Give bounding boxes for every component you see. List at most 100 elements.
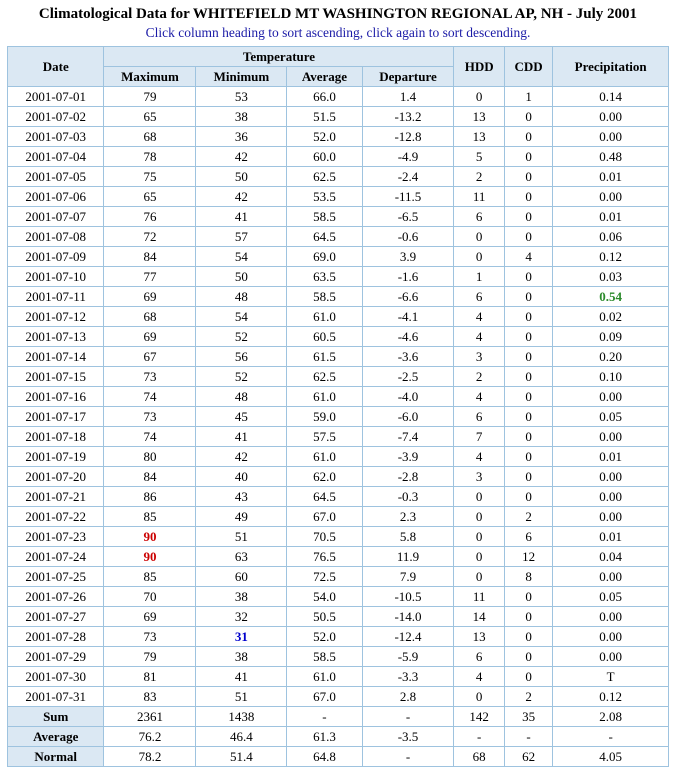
column-header-date[interactable]: Date	[6, 46, 105, 87]
cell-precipitation: 0.00	[552, 106, 669, 127]
cell-cdd: 0	[503, 206, 554, 227]
cell-minimum: 50	[195, 166, 288, 187]
cell-average: 53.5	[286, 186, 363, 207]
cell-departure: -10.5	[361, 586, 455, 607]
table-row: 2001-07-26 70 38 54.0 -10.5 11 0 0.05	[6, 586, 669, 607]
cell-average: 60.0	[286, 146, 363, 167]
cell-departure: -12.4	[361, 626, 455, 647]
cell-date: 2001-07-03	[6, 126, 105, 147]
cell-cdd: 1	[503, 86, 554, 107]
cell-average: 62.0	[286, 466, 363, 487]
summary-minimum: 1438	[195, 706, 288, 727]
cell-minimum: 43	[195, 486, 288, 507]
cell-cdd: 0	[503, 186, 554, 207]
table-row: 2001-07-15 73 52 62.5 -2.5 2 0 0.10	[6, 366, 669, 387]
cell-hdd: 1	[453, 266, 505, 287]
cell-maximum: 73	[103, 366, 197, 387]
cell-precipitation: 0.02	[552, 306, 669, 327]
cell-minimum: 41	[195, 206, 288, 227]
table-row: 2001-07-17 73 45 59.0 -6.0 6 0 0.05	[6, 406, 669, 427]
cell-minimum: 60	[195, 566, 288, 587]
cell-minimum: 54	[195, 306, 288, 327]
cell-average: 61.0	[286, 306, 363, 327]
cell-departure: 7.9	[361, 566, 455, 587]
cell-precipitation: 0.05	[552, 406, 669, 427]
cell-precipitation: 0.00	[552, 386, 669, 407]
cell-cdd: 0	[503, 466, 554, 487]
cell-date: 2001-07-23	[6, 526, 105, 547]
table-row: 2001-07-24 90 63 76.5 11.9 0 12 0.04	[6, 546, 669, 567]
cell-minimum: 48	[195, 286, 288, 307]
cell-minimum: 52	[195, 366, 288, 387]
cell-minimum: 41	[195, 666, 288, 687]
column-header-minimum[interactable]: Minimum	[195, 66, 288, 87]
summary-average: 64.8	[286, 746, 363, 767]
cell-average: 60.5	[286, 326, 363, 347]
cell-departure: -4.1	[361, 306, 455, 327]
cell-maximum: 68	[103, 306, 197, 327]
cell-minimum: 36	[195, 126, 288, 147]
cell-departure: -4.0	[361, 386, 455, 407]
cell-hdd: 4	[453, 326, 505, 347]
summary-row: Sum 2361 1438- -142 35 2.08	[6, 706, 669, 727]
table-row: 2001-07-06 65 42 53.5 -11.5 11 0 0.00	[6, 186, 669, 207]
cell-minimum: 51	[195, 526, 288, 547]
cell-precipitation: 0.03	[552, 266, 669, 287]
column-header-hdd[interactable]: HDD	[453, 46, 505, 87]
table-row: 2001-07-08 72 57 64.5 -0.6 0 0 0.06	[6, 226, 669, 247]
summary-departure: -3.5	[361, 726, 455, 747]
cell-departure: -0.3	[361, 486, 455, 507]
table-row: 2001-07-22 85 49 67.0 2.3 0 2 0.00	[6, 506, 669, 527]
cell-departure: 1.4	[361, 86, 455, 107]
cell-precipitation: 0.10	[552, 366, 669, 387]
cell-hdd: 5	[453, 146, 505, 167]
cell-date: 2001-07-22	[6, 506, 105, 527]
cell-minimum: 50	[195, 266, 288, 287]
table-row: 2001-07-13 69 52 60.5 -4.6 4 0 0.09	[6, 326, 669, 347]
cell-maximum: 70	[103, 586, 197, 607]
cell-hdd: 2	[453, 366, 505, 387]
cell-cdd: 0	[503, 306, 554, 327]
cell-date: 2001-07-04	[6, 146, 105, 167]
cell-departure: -6.6	[361, 286, 455, 307]
cell-maximum: 68	[103, 126, 197, 147]
page-title: Climatological Data for WHITEFIELD MT WA…	[38, 6, 638, 22]
table-row: 2001-07-30 81 41 61.0 -3.3 4 0 T	[6, 666, 669, 687]
cell-maximum: 85	[103, 566, 197, 587]
cell-average: 63.5	[286, 266, 363, 287]
cell-minimum: 63	[195, 546, 288, 567]
summary-maximum: 78.2	[103, 746, 197, 767]
cell-hdd: 0	[453, 86, 505, 107]
cell-average: 62.5	[286, 166, 363, 187]
cell-date: 2001-07-11	[6, 286, 105, 307]
cell-average: 52.0	[286, 126, 363, 147]
summary-departure: -	[361, 746, 455, 767]
cell-date: 2001-07-28	[6, 626, 105, 647]
cell-minimum: 42	[195, 146, 288, 167]
cell-hdd: 4	[453, 666, 505, 687]
cell-average: 66.0	[286, 86, 363, 107]
cell-hdd: 7	[453, 426, 505, 447]
cell-minimum: 45	[195, 406, 288, 427]
cell-precipitation: 0.01	[552, 446, 669, 467]
cell-average: 61.0	[286, 666, 363, 687]
cell-departure: -7.4	[361, 426, 455, 447]
column-header-departure[interactable]: Departure	[361, 66, 455, 87]
column-header-cdd[interactable]: CDD	[503, 46, 554, 87]
summary-minimum: 51.4	[195, 746, 288, 767]
cell-precipitation: 0.00	[552, 626, 669, 647]
column-header-maximum[interactable]: Maximum	[103, 66, 197, 87]
column-header-precipitation[interactable]: Precipitation	[552, 46, 669, 87]
cell-minimum: 48	[195, 386, 288, 407]
cell-cdd: 0	[503, 586, 554, 607]
cell-date: 2001-07-29	[6, 646, 105, 667]
table-row: 2001-07-18 74 41 57.5 -7.4 7 0 0.00	[6, 426, 669, 447]
cell-maximum: 85	[103, 506, 197, 527]
table-row: 2001-07-20 84 40 62.0 -2.8 3 0 0.00	[6, 466, 669, 487]
cell-departure: 2.8	[361, 686, 455, 707]
cell-maximum: 78	[103, 146, 197, 167]
cell-date: 2001-07-30	[6, 666, 105, 687]
cell-hdd: 6	[453, 646, 505, 667]
cell-maximum: 86	[103, 486, 197, 507]
column-header-average[interactable]: Average	[286, 66, 363, 87]
